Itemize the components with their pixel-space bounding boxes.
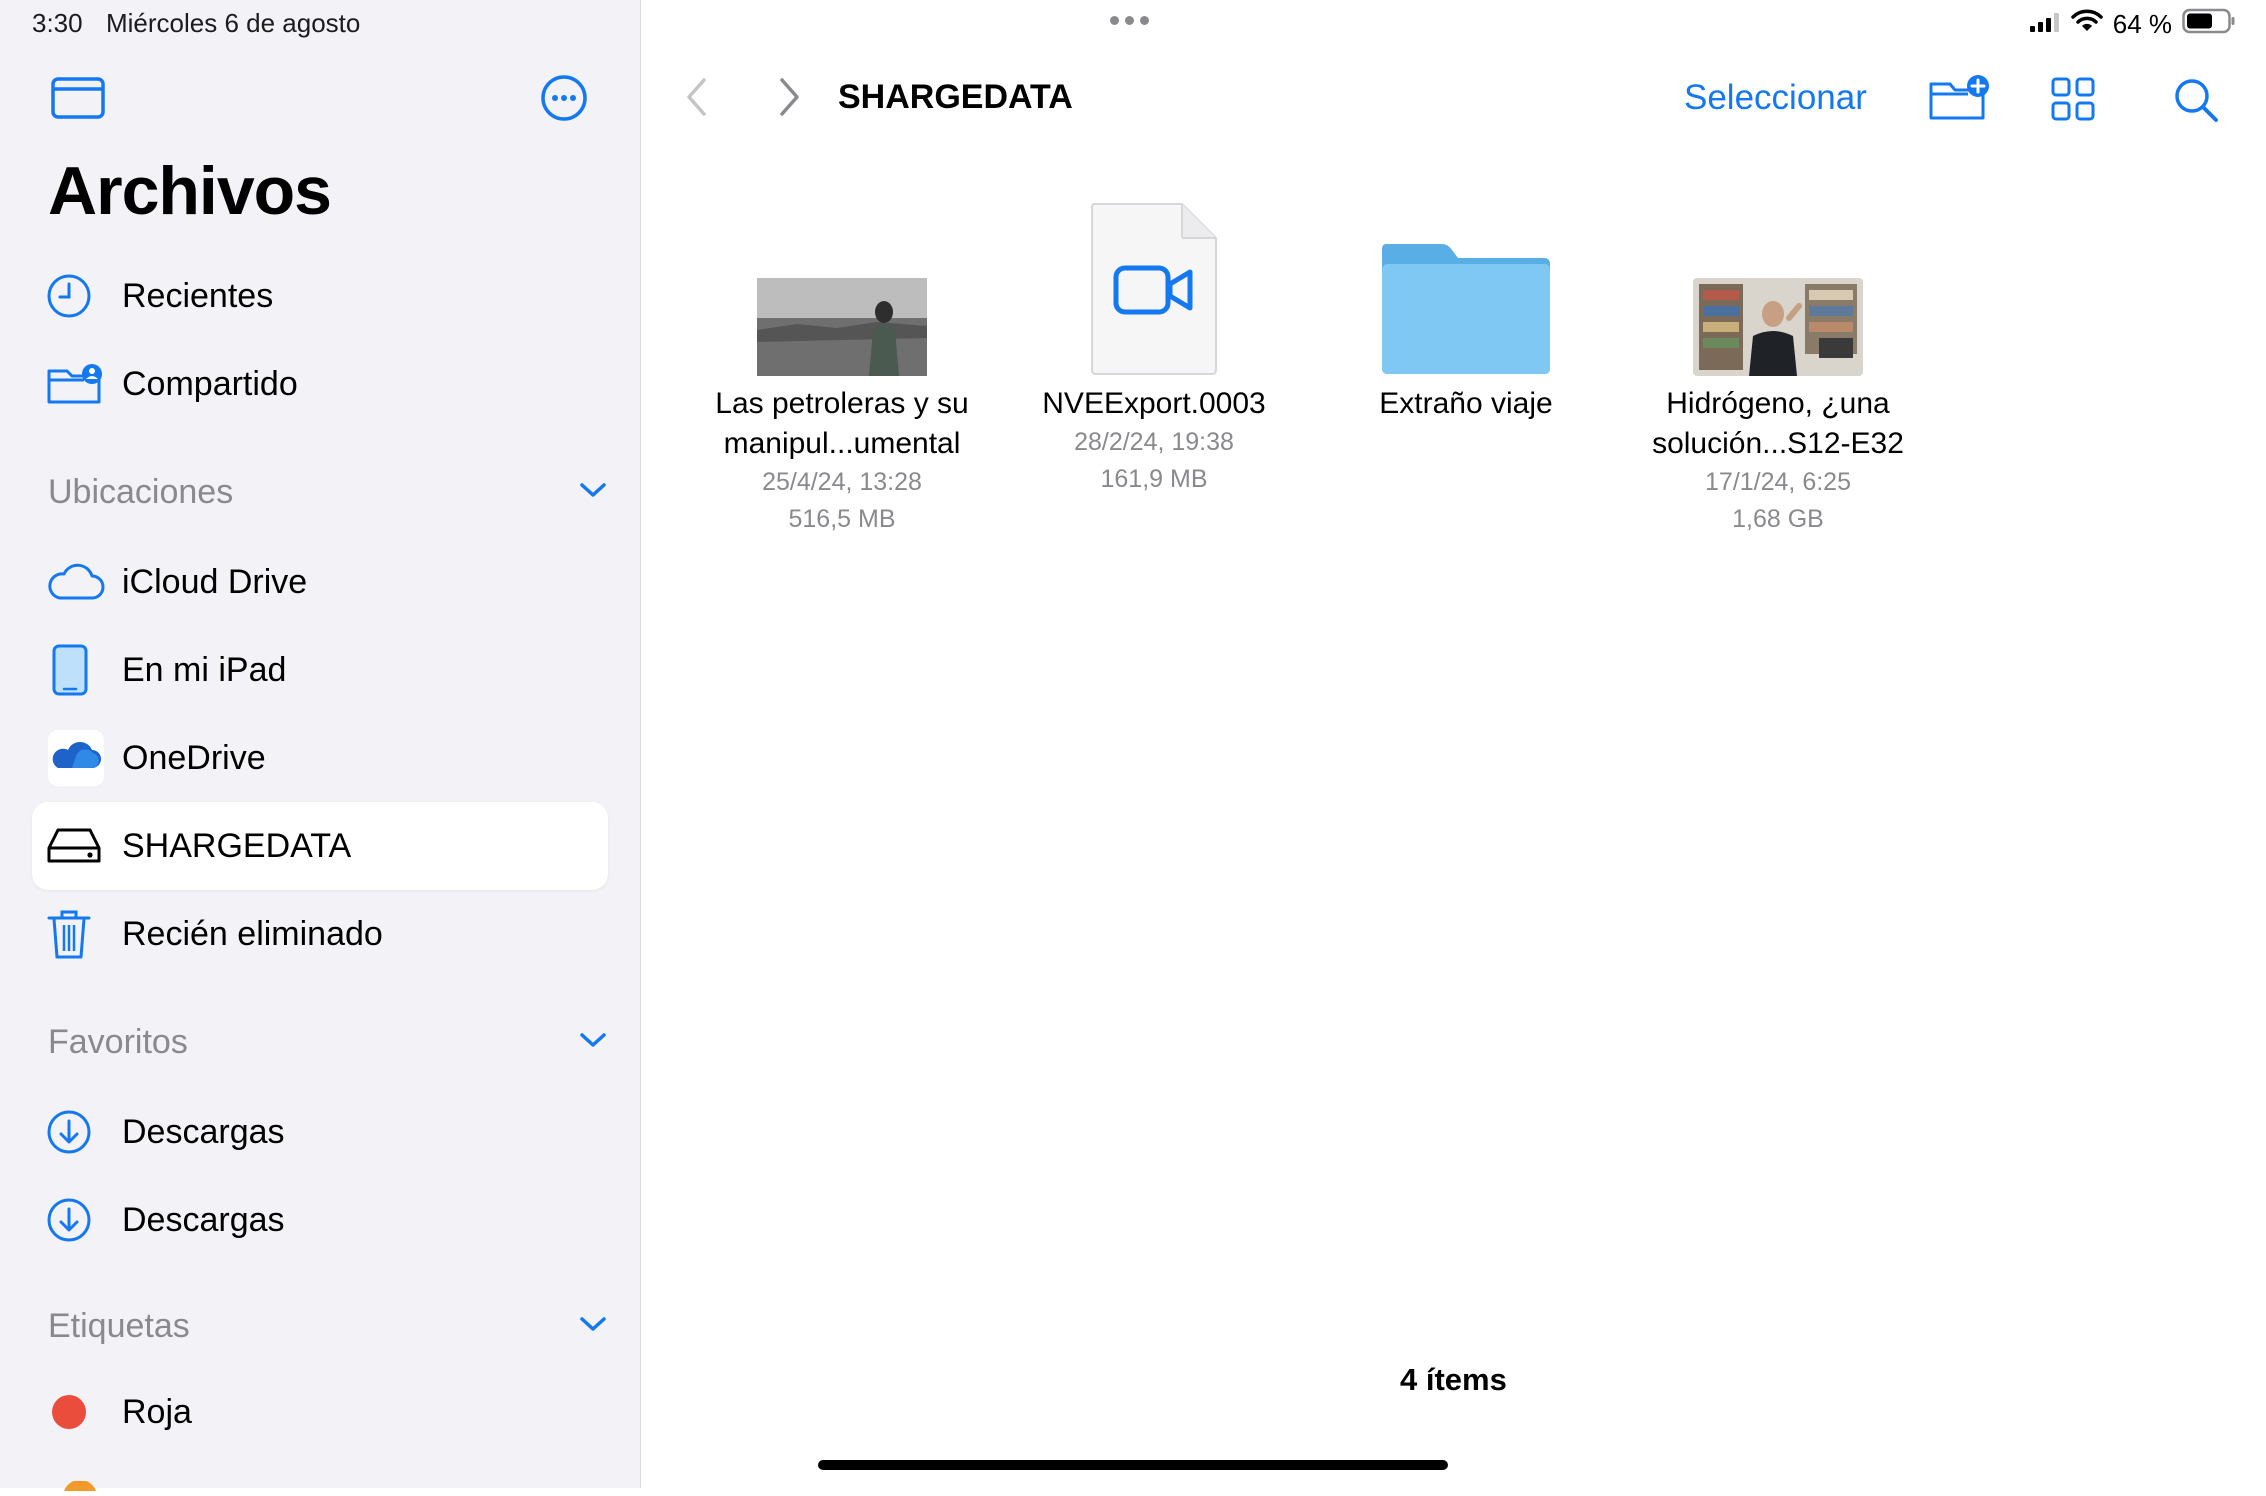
section-header-ubicaciones[interactable]: Ubicaciones bbox=[48, 462, 608, 522]
sidebar-item-descargas-2[interactable]: Descargas bbox=[32, 1176, 608, 1264]
section-title: Ubicaciones bbox=[48, 472, 234, 511]
chevron-down-icon[interactable] bbox=[578, 480, 608, 505]
sidebar-item-descargas[interactable]: Descargas bbox=[32, 1088, 608, 1176]
cloud-icon bbox=[32, 538, 122, 626]
file-item[interactable]: Las petroleras y su manipul...umental 25… bbox=[692, 196, 992, 538]
sidebar: Archivos Recientes Compartido Ubicacione… bbox=[0, 0, 641, 1491]
sidebar-item-label: Descargas bbox=[122, 1200, 285, 1239]
file-name: Las petroleras y su bbox=[715, 387, 969, 420]
ipad-icon bbox=[32, 626, 122, 714]
wifi-icon bbox=[2070, 9, 2103, 40]
sidebar-item-label: SHARGEDATA bbox=[122, 826, 352, 865]
battery-icon bbox=[2182, 8, 2236, 41]
onedrive-icon bbox=[32, 714, 122, 802]
orange-tag-icon[interactable] bbox=[62, 1478, 98, 1496]
sidebar-item-roja[interactable]: Roja bbox=[32, 1368, 608, 1456]
file-date: 17/1/24, 6:25 bbox=[1705, 468, 1851, 496]
sidebar-title: Archivos bbox=[48, 153, 332, 229]
shared-folder-icon bbox=[32, 340, 122, 428]
file-name: NVEExport.0003 bbox=[1042, 387, 1266, 420]
clock-icon bbox=[32, 252, 122, 340]
file-name-line2: manipul...umental bbox=[723, 427, 961, 460]
sidebar-item-compartido[interactable]: Compartido bbox=[32, 340, 608, 428]
section-title: Etiquetas bbox=[48, 1306, 190, 1345]
home-indicator[interactable] bbox=[818, 1460, 1448, 1470]
multitasking-dots[interactable] bbox=[1110, 12, 1155, 30]
video-thumbnail bbox=[1628, 196, 1928, 376]
trash-icon bbox=[32, 890, 122, 978]
cellular-signal-icon bbox=[2029, 9, 2061, 40]
sidebar-item-recientes[interactable]: Recientes bbox=[32, 252, 608, 340]
sidebar-item-label: OneDrive bbox=[122, 738, 266, 777]
search-icon[interactable] bbox=[2172, 76, 2220, 129]
item-count: 4 ítems bbox=[1400, 1362, 1507, 1397]
file-size: 1,68 GB bbox=[1732, 505, 1824, 533]
video-thumbnail bbox=[692, 196, 992, 376]
folder-name: Extraño viaje bbox=[1379, 387, 1553, 420]
video-file-icon bbox=[1004, 196, 1304, 376]
grid-view-icon[interactable] bbox=[2050, 76, 2096, 127]
new-folder-icon[interactable] bbox=[1928, 74, 1990, 127]
file-name: Hidrógeno, ¿una bbox=[1666, 387, 1890, 420]
file-date: 25/4/24, 13:28 bbox=[762, 468, 922, 496]
sidebar-item-label: iCloud Drive bbox=[122, 562, 308, 601]
section-title: Favoritos bbox=[48, 1022, 188, 1061]
section-header-favoritos[interactable]: Favoritos bbox=[48, 1012, 608, 1072]
more-options-icon[interactable] bbox=[540, 74, 588, 127]
status-time: 3:30 bbox=[32, 8, 83, 38]
file-size: 516,5 MB bbox=[788, 505, 896, 533]
page-title: SHARGEDATA bbox=[838, 78, 1073, 116]
sidebar-item-label: Recientes bbox=[122, 276, 274, 315]
sidebar-item-onedrive[interactable]: OneDrive bbox=[32, 714, 608, 802]
sidebar-item-label: En mi iPad bbox=[122, 650, 287, 689]
sidebar-item-label: Descargas bbox=[122, 1112, 285, 1151]
sidebar-item-icloud-drive[interactable]: iCloud Drive bbox=[32, 538, 608, 626]
red-tag-icon bbox=[32, 1368, 122, 1456]
file-item[interactable]: NVEExport.0003 28/2/24, 19:38 161,9 MB bbox=[1004, 196, 1304, 498]
battery-percent: 64 % bbox=[2112, 9, 2172, 39]
status-date: Miércoles 6 de agosto bbox=[106, 8, 361, 38]
status-indicators: 64 % bbox=[2029, 8, 2236, 41]
sidebar-item-en-mi-ipad[interactable]: En mi iPad bbox=[32, 626, 608, 714]
back-icon[interactable] bbox=[684, 76, 708, 123]
file-size: 161,9 MB bbox=[1100, 465, 1208, 493]
folder-icon bbox=[1316, 196, 1616, 376]
sidebar-toggle-icon[interactable] bbox=[50, 76, 106, 125]
sidebar-item-recien-eliminado[interactable]: Recién eliminado bbox=[32, 890, 608, 978]
sidebar-item-shargedata[interactable]: SHARGEDATA bbox=[32, 802, 608, 890]
file-date: 28/2/24, 19:38 bbox=[1074, 428, 1234, 456]
file-item[interactable]: Hidrógeno, ¿una solución...S12-E32 17/1/… bbox=[1628, 196, 1928, 538]
chevron-down-icon[interactable] bbox=[578, 1314, 608, 1339]
drive-icon bbox=[32, 802, 122, 890]
sidebar-item-label: Recién eliminado bbox=[122, 914, 383, 953]
sidebar-item-label: Compartido bbox=[122, 364, 298, 403]
file-name-line2: solución...S12-E32 bbox=[1652, 427, 1904, 460]
download-icon bbox=[32, 1176, 122, 1264]
download-icon bbox=[32, 1088, 122, 1176]
chevron-down-icon[interactable] bbox=[578, 1030, 608, 1055]
section-header-etiquetas[interactable]: Etiquetas bbox=[48, 1296, 608, 1356]
forward-icon[interactable] bbox=[778, 76, 802, 123]
select-button[interactable]: Seleccionar bbox=[1684, 78, 1867, 118]
folder-item[interactable]: Extraño viaje bbox=[1316, 196, 1616, 424]
sidebar-item-label: Roja bbox=[122, 1392, 192, 1431]
